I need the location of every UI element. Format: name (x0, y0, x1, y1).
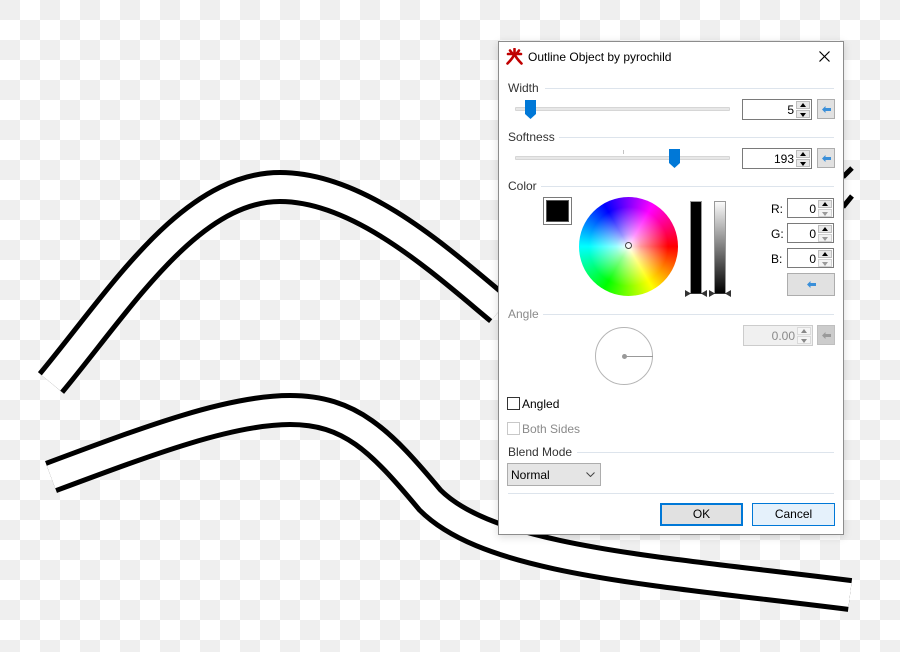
outlined-curve-right-fragment (841, 166, 854, 209)
dialog-title: Outline Object by pyrochild (528, 50, 672, 64)
blend-mode-select[interactable]: Normal (507, 463, 601, 486)
softness-increment[interactable] (796, 150, 810, 158)
both-sides-label[interactable]: Both Sides (522, 422, 580, 436)
width-reset-button[interactable] (817, 99, 835, 119)
chevron-down-icon (586, 472, 595, 477)
softness-section-divider (559, 137, 834, 138)
green-spinner[interactable] (818, 225, 832, 242)
angle-dial[interactable] (595, 327, 653, 385)
red-input[interactable]: 0 (787, 198, 834, 218)
red-label: R: (771, 202, 783, 216)
softness-slider-thumb[interactable] (669, 149, 681, 168)
angle-spinner[interactable] (797, 327, 811, 344)
softness-input[interactable]: 193 (742, 148, 812, 169)
blue-increment[interactable] (818, 250, 832, 258)
blue-label: B: (771, 252, 783, 266)
angle-decrement[interactable] (797, 336, 811, 344)
alpha-slider-bar[interactable] (714, 201, 726, 294)
angle-input[interactable]: 0.00 (743, 325, 813, 346)
width-increment[interactable] (796, 101, 810, 109)
pyrochild-flame-icon (506, 48, 523, 65)
arrow-left-icon (807, 281, 816, 288)
green-decrement[interactable] (818, 234, 832, 242)
green-increment[interactable] (818, 225, 832, 233)
width-spinner[interactable] (796, 101, 810, 118)
angle-value: 0.00 (771, 329, 795, 343)
blend-mode-divider (577, 452, 834, 453)
width-slider-track[interactable] (515, 107, 730, 111)
close-icon (819, 51, 830, 62)
color-swatch-fill (546, 200, 569, 222)
width-slider-thumb[interactable] (525, 100, 537, 119)
angled-checkbox[interactable] (507, 397, 520, 410)
softness-spinner[interactable] (796, 150, 810, 167)
softness-slider-tick (623, 150, 624, 154)
red-decrement[interactable] (818, 209, 832, 217)
value-slider-bar[interactable] (690, 201, 702, 294)
ok-button[interactable]: OK (660, 503, 743, 526)
both-sides-checkbox[interactable] (507, 422, 520, 435)
green-value: 0 (809, 227, 816, 241)
angle-reset-button[interactable] (817, 325, 835, 345)
angle-increment[interactable] (797, 327, 811, 335)
red-spinner[interactable] (818, 200, 832, 217)
width-decrement[interactable] (796, 110, 810, 118)
green-input[interactable]: 0 (787, 223, 834, 243)
alpha-slider-handle[interactable] (709, 290, 731, 297)
angle-dial-needle (625, 356, 653, 357)
red-increment[interactable] (818, 200, 832, 208)
width-value: 5 (787, 103, 794, 117)
close-button[interactable] (811, 44, 839, 70)
softness-slider-track[interactable] (515, 156, 730, 160)
width-section-label: Width (508, 81, 539, 95)
outline-object-dialog: Outline Object by pyrochild Width 5 Soft… (498, 41, 844, 535)
width-input[interactable]: 5 (742, 99, 812, 120)
arrow-left-icon (822, 155, 831, 162)
value-slider-handle[interactable] (685, 290, 707, 297)
softness-decrement[interactable] (796, 159, 810, 167)
width-section-divider (545, 88, 834, 89)
angle-dial-center (622, 354, 627, 359)
footer-divider (508, 493, 834, 494)
arrow-left-icon (822, 332, 831, 339)
softness-value: 193 (773, 152, 794, 166)
angle-section-divider (543, 314, 834, 315)
color-wheel-marker[interactable] (625, 242, 632, 249)
red-value: 0 (809, 202, 816, 216)
color-section-divider (541, 186, 834, 187)
blue-input[interactable]: 0 (787, 248, 834, 268)
blue-value: 0 (809, 252, 816, 266)
cancel-button[interactable]: Cancel (752, 503, 835, 526)
color-section-label: Color (508, 179, 537, 193)
outlined-curve-top-inner (41, 174, 508, 391)
title-bar[interactable]: Outline Object by pyrochild (499, 42, 843, 72)
blue-decrement[interactable] (818, 259, 832, 267)
softness-reset-button[interactable] (817, 148, 835, 168)
arrow-left-icon (822, 106, 831, 113)
angle-section-label: Angle (508, 307, 539, 321)
color-swatch[interactable] (543, 197, 572, 225)
blend-mode-value: Normal (511, 468, 550, 482)
color-reset-button[interactable] (787, 273, 835, 296)
green-label: G: (771, 227, 784, 241)
softness-section-label: Softness (508, 130, 555, 144)
blend-mode-label: Blend Mode (508, 445, 573, 459)
blue-spinner[interactable] (818, 250, 832, 267)
angled-label[interactable]: Angled (522, 397, 559, 411)
